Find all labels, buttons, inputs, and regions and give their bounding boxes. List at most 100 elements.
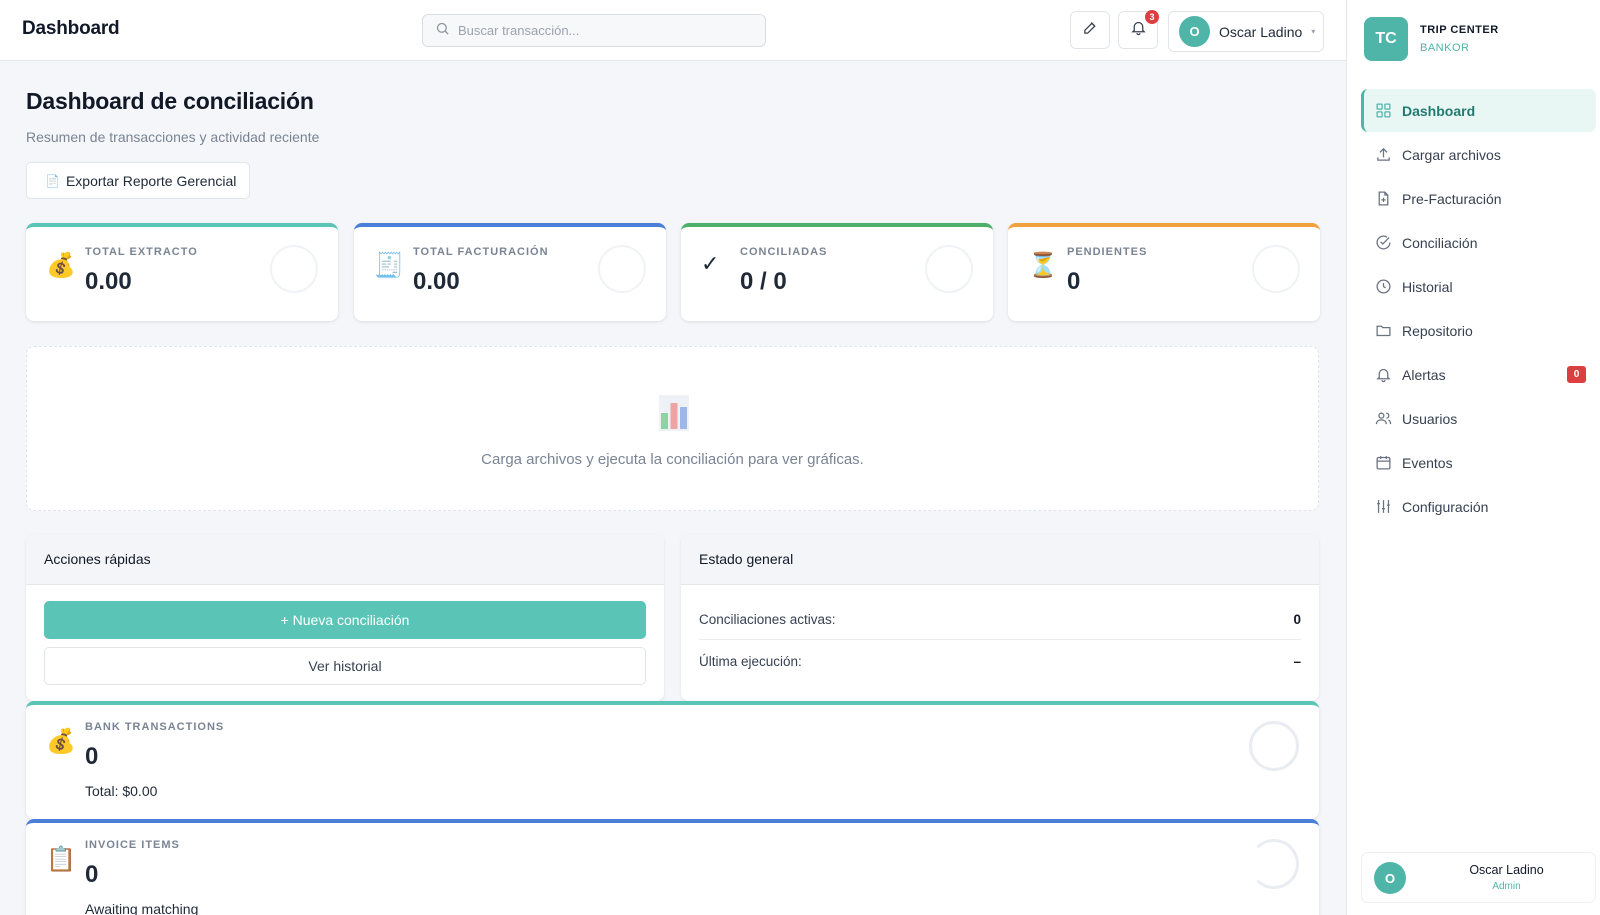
sidebar-item-label: Dashboard: [1402, 102, 1476, 119]
card-label: INVOICE ITEMS: [85, 839, 180, 851]
stat-label: CONCILIADAS: [740, 246, 828, 258]
file-plus-icon: [1378, 191, 1389, 206]
stat-label: TOTAL FACTURACIÓN: [413, 246, 549, 258]
charts-empty-state: Carga archivos y ejecuta la conciliación…: [26, 346, 1319, 511]
search-icon: [435, 21, 450, 41]
progress-ring: [1249, 721, 1299, 771]
clipboard-icon: 📋: [46, 846, 76, 873]
stat-card-total-extracto: 💰 TOTAL EXTRACTO 0.00: [26, 223, 338, 321]
sidebar-item-label: Configuración: [1402, 498, 1489, 515]
avatar: O: [1179, 16, 1210, 47]
calendar-icon: [1376, 456, 1391, 470]
progress-ring: [270, 245, 318, 293]
clock-icon: [1376, 279, 1391, 294]
upload-icon: [1377, 147, 1390, 161]
money-bag-icon: 💰: [46, 728, 76, 755]
general-status-title: Estado general: [681, 534, 1319, 585]
sidebar-item-pre-facturacion[interactable]: Pre-Facturación: [1361, 177, 1596, 220]
product-name: BANKOR: [1420, 42, 1470, 54]
stat-card-pendientes: ⏳ PENDIENTES 0: [1008, 223, 1320, 321]
export-report-label: Exportar Reporte Gerencial: [65, 172, 237, 189]
stat-label: PENDIENTES: [1067, 246, 1148, 258]
sidebar-item-configuracion[interactable]: Configuración: [1361, 485, 1596, 528]
quick-actions-title: Acciones rápidas: [26, 534, 664, 585]
stat-value: 0.00: [85, 268, 132, 295]
card-value: 0: [85, 743, 99, 770]
chevron-down-icon: ▾: [1311, 27, 1316, 36]
search-input[interactable]: [458, 23, 748, 38]
sidebar-item-label: Conciliación: [1402, 234, 1478, 251]
status-row-label: Conciliaciones activas:: [699, 612, 836, 627]
sidebar-item-conciliacion[interactable]: Conciliación: [1361, 221, 1596, 264]
stat-label: TOTAL EXTRACTO: [85, 246, 198, 258]
user-menu-button[interactable]: O Oscar Ladino ▾: [1168, 11, 1324, 52]
grid-icon: [1376, 103, 1391, 118]
sidebar-item-label: Eventos: [1402, 454, 1453, 471]
sidebar-item-dashboard[interactable]: Dashboard: [1361, 89, 1596, 132]
sidebar-item-label: Pre-Facturación: [1402, 190, 1502, 207]
sidebar-item-historial[interactable]: Historial: [1361, 265, 1596, 308]
search-box[interactable]: [422, 14, 766, 47]
header-title: Dashboard: [22, 18, 120, 39]
top-header: Dashboard 3 O Oscar Ladino ▾: [0, 0, 1346, 61]
stat-card-conciliadas: ✓ CONCILIADAS 0 / 0: [681, 223, 993, 321]
general-status-panel: Estado general Conciliaciones activas: 0…: [681, 534, 1319, 701]
company-logo: TC: [1364, 17, 1408, 61]
status-row-value: –: [1293, 653, 1301, 669]
edit-button[interactable]: [1070, 11, 1110, 49]
check-circle-icon: [1376, 235, 1391, 250]
status-row-value: 0: [1293, 612, 1301, 627]
sidebar-item-usuarios[interactable]: Usuarios: [1361, 397, 1596, 440]
progress-ring: [1252, 245, 1300, 293]
quick-actions-panel: Acciones rápidas + Nueva conciliación Ve…: [26, 534, 664, 701]
card-value: 0: [85, 861, 99, 888]
progress-ring: [925, 245, 973, 293]
money-bag-icon: 💰: [46, 252, 76, 279]
card-label: BANK TRANSACTIONS: [85, 721, 225, 733]
notifications-badge: 3: [1145, 10, 1159, 24]
sidebar-item-label: Historial: [1402, 278, 1453, 295]
sidebar-item-label: Usuarios: [1402, 410, 1458, 427]
sliders-icon: [1377, 500, 1390, 513]
sidebar-item-cargar-archivos[interactable]: Cargar archivos: [1361, 133, 1596, 176]
company-name: TRIP CENTER: [1420, 24, 1499, 36]
notifications-button[interactable]: 3: [1118, 10, 1159, 49]
sidebar: TC TRIP CENTER BANKOR Dashboard Cargar a…: [1346, 0, 1600, 915]
card-subtext: Total: $0.00: [85, 783, 158, 799]
stat-value: 0: [1067, 268, 1081, 295]
sidebar-item-repositorio[interactable]: Repositorio: [1361, 309, 1596, 352]
sidebar-item-alertas[interactable]: Alertas 0: [1361, 353, 1596, 396]
progress-ring: [598, 245, 646, 293]
sidebar-user-card[interactable]: O Oscar Ladino Admin: [1361, 852, 1596, 903]
sidebar-item-label: Cargar archivos: [1402, 146, 1501, 163]
sidebar-item-label: Alertas: [1402, 366, 1446, 383]
folder-icon: [1376, 325, 1391, 337]
alerts-badge: 0: [1567, 366, 1586, 383]
new-reconciliation-button[interactable]: + Nueva conciliación: [44, 601, 646, 639]
sidebar-nav: Dashboard Cargar archivos Pre-Facturació…: [1361, 89, 1596, 529]
receipt-icon: 🧾: [374, 252, 404, 279]
view-history-button[interactable]: Ver historial: [44, 647, 646, 685]
status-row: Última ejecución: –: [699, 641, 1301, 681]
card-subtext: Awaiting matching: [85, 901, 199, 915]
users-icon: [1375, 412, 1392, 425]
page-subtitle: Resumen de transacciones y actividad rec…: [26, 129, 320, 145]
sidebar-user-role: Admin: [1492, 881, 1521, 892]
stat-value: 0.00: [413, 268, 460, 295]
bar-chart-icon: [659, 395, 689, 431]
status-row: Conciliaciones activas: 0: [699, 600, 1301, 640]
sidebar-item-eventos[interactable]: Eventos: [1361, 441, 1596, 484]
sidebar-user-name: Oscar Ladino: [1469, 863, 1544, 877]
progress-ring: [1249, 839, 1299, 889]
edit-icon: [1082, 19, 1099, 41]
hourglass-icon: ⏳: [1028, 252, 1058, 279]
bell-icon: [1130, 19, 1147, 41]
empty-chart-message: Carga archivos y ejecuta la conciliación…: [481, 451, 864, 468]
user-name: Oscar Ladino: [1219, 23, 1303, 40]
status-row-label: Última ejecución:: [699, 653, 802, 669]
export-report-button[interactable]: 📄 Exportar Reporte Gerencial: [26, 162, 250, 199]
avatar: O: [1374, 862, 1406, 894]
document-icon: 📄: [45, 173, 60, 188]
page-title: Dashboard de conciliación: [26, 88, 314, 114]
check-icon: ✓: [701, 251, 720, 276]
